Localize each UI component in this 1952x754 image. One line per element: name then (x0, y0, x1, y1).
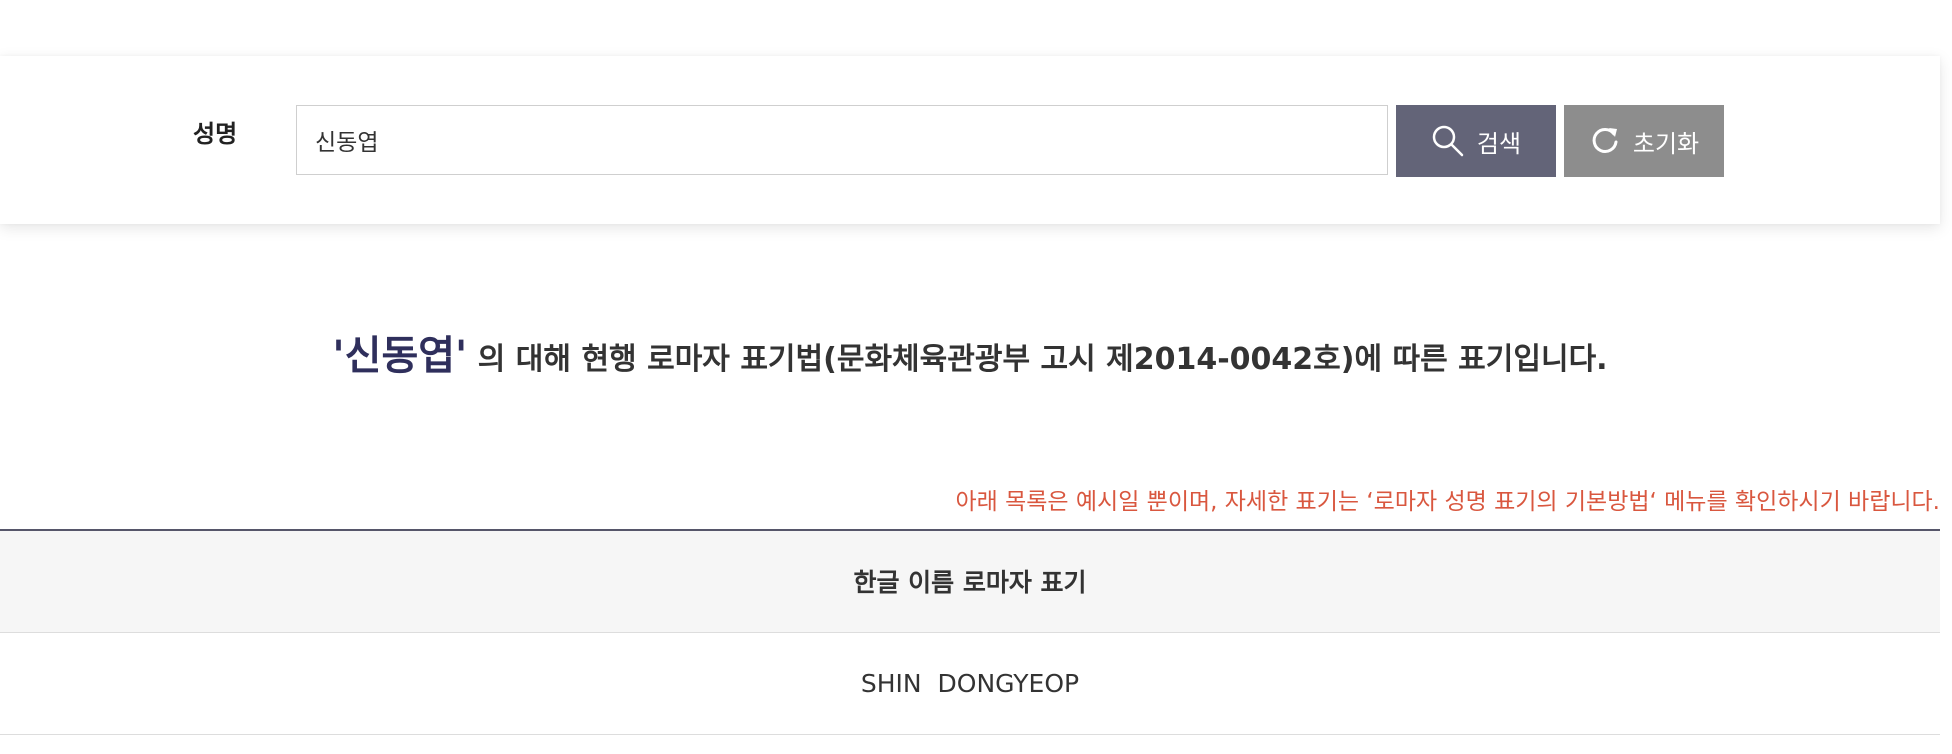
search-icon (1431, 124, 1465, 158)
result-description: 의 대해 현행 로마자 표기법(문화체육관광부 고시 제2014-0042호)에… (467, 342, 1608, 377)
searched-name: '신동엽' (332, 333, 468, 379)
search-button[interactable]: 검색 (1396, 105, 1556, 177)
table-row: SHIN DONGYEOP (0, 632, 1940, 735)
notice-text: 아래 목록은 예시일 뿐이며, 자세한 표기는 ‘로마자 성명 표기의 기본방법… (955, 489, 1940, 515)
search-panel: 성명 검색 초기화 (0, 56, 1940, 224)
result-heading: '신동엽' 의 대해 현행 로마자 표기법(문화체육관광부 고시 제2014-0… (0, 326, 1940, 394)
romanized-name-cell: SHIN DONGYEOP (0, 632, 1940, 735)
romanization-table: 한글 이름 로마자 표기 SHIN DONGYEOP (0, 529, 1940, 735)
table-header-row: 한글 이름 로마자 표기 (0, 530, 1940, 633)
table-header-romanized: 한글 이름 로마자 표기 (0, 530, 1940, 633)
reset-button-label: 초기화 (1632, 129, 1700, 158)
refresh-icon (1589, 125, 1621, 157)
reset-button[interactable]: 초기화 (1564, 105, 1724, 177)
search-button-label: 검색 (1476, 129, 1522, 158)
name-field-label: 성명 (193, 120, 238, 148)
name-search-input[interactable] (296, 105, 1388, 175)
